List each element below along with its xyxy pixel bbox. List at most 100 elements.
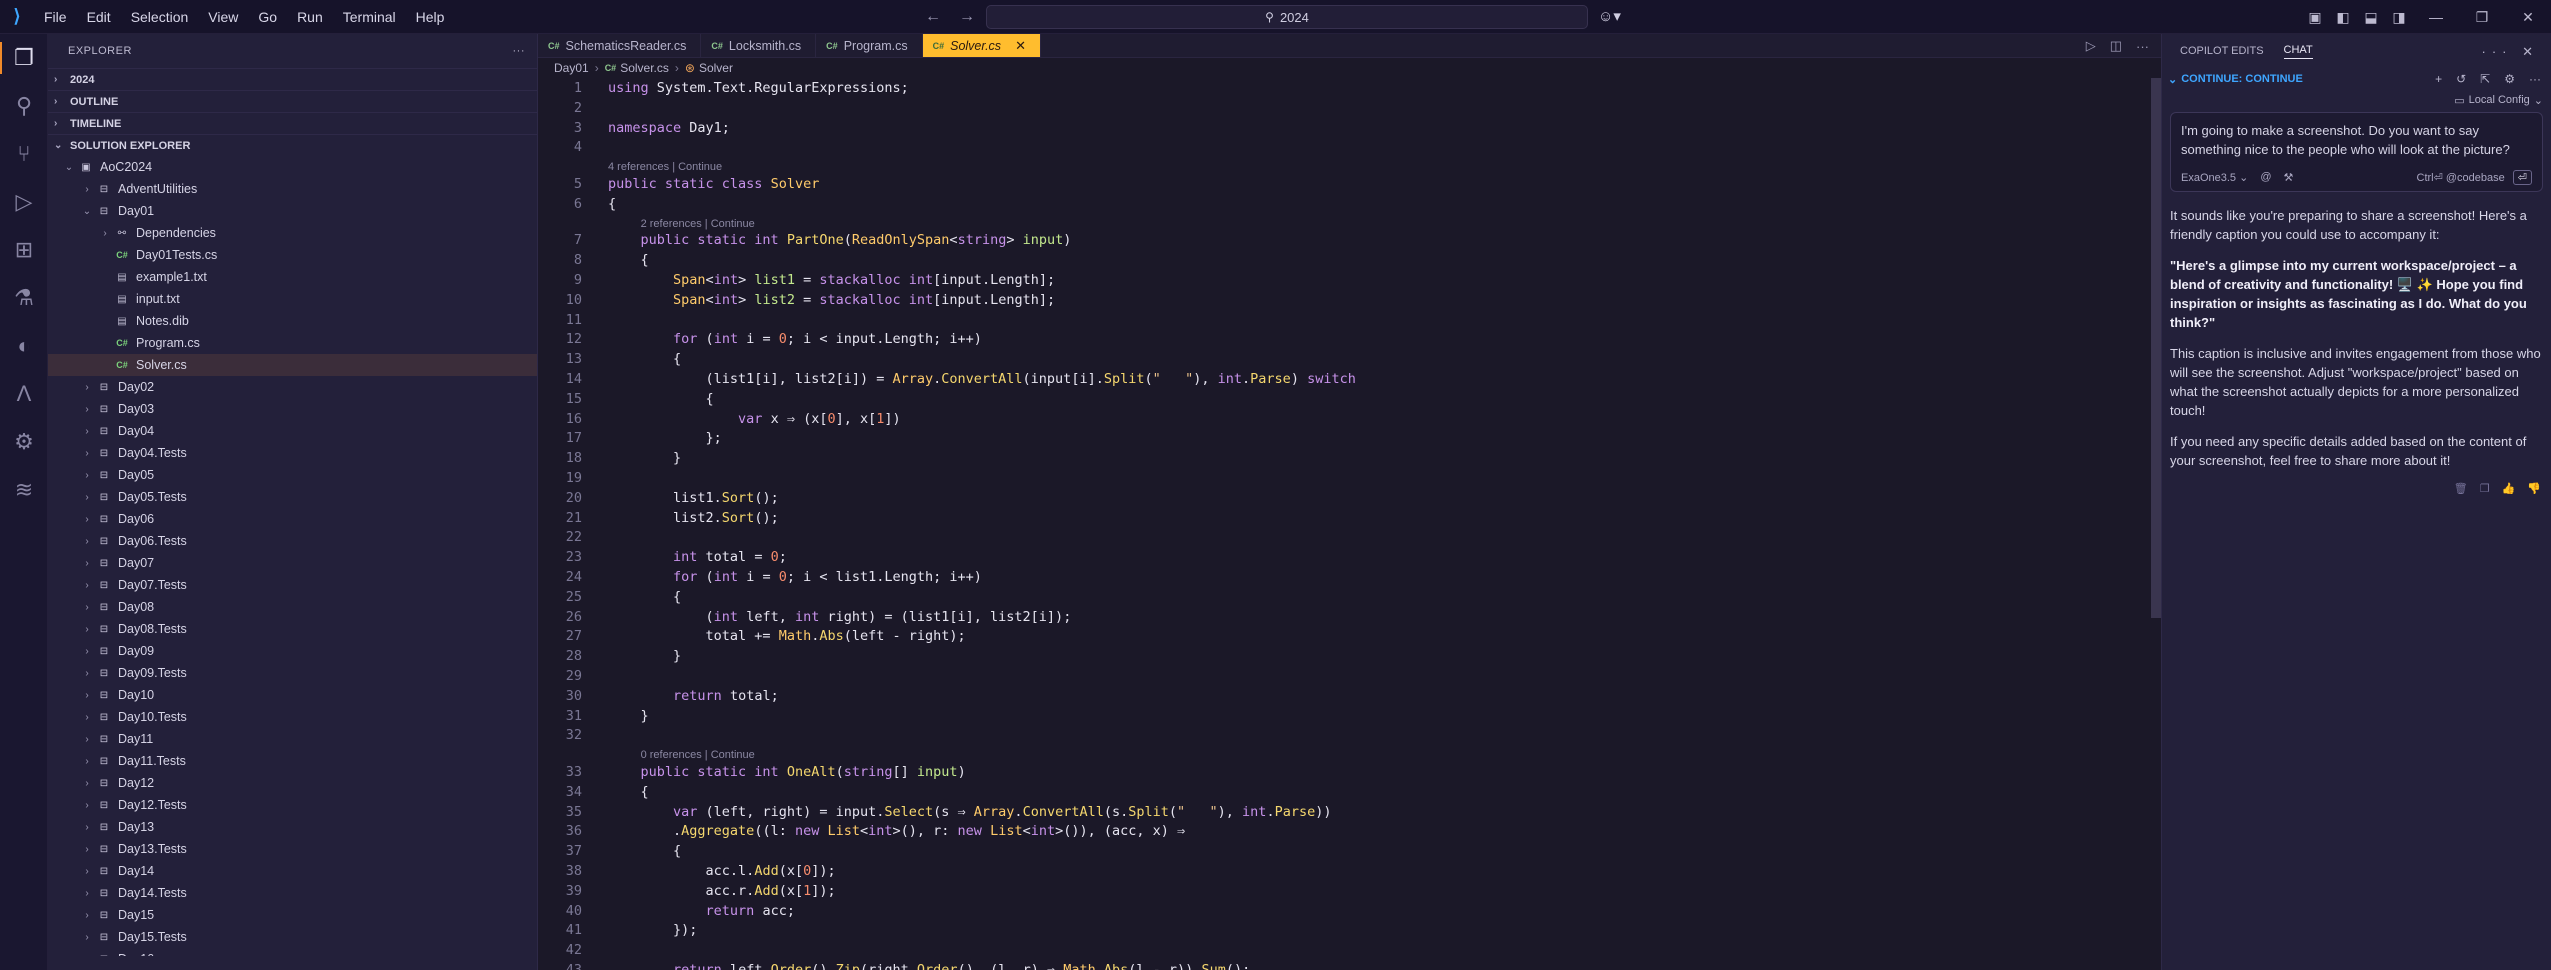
more-icon[interactable]: ··· (2529, 72, 2541, 86)
menu-item-run[interactable]: Run (287, 0, 333, 34)
command-center-search[interactable]: ⚲ 2024 (986, 5, 1588, 29)
send-icon[interactable]: ⏎ (2512, 169, 2532, 185)
timeline-section[interactable]: › TIMELINE (48, 112, 537, 134)
forward-arrow-icon[interactable]: → (959, 8, 975, 26)
tree-item[interactable]: › ⊟ Day10.Tests (48, 706, 537, 728)
tree-item[interactable]: › ⚯ Dependencies (48, 222, 537, 244)
tree-item[interactable]: › ⊟ Day11.Tests (48, 750, 537, 772)
testing-icon[interactable]: ⚗ (0, 274, 48, 322)
new-session-icon[interactable]: + (2435, 72, 2442, 86)
tree-item[interactable]: › ⊟ Day15.Tests (48, 926, 537, 948)
tree-item[interactable]: › ⊟ Day15 (48, 904, 537, 926)
code-lens[interactable]: 0 references | Continue (641, 749, 755, 761)
tree-item[interactable]: › ⊟ Day07.Tests (48, 574, 537, 596)
search-icon[interactable]: ⚲ (0, 82, 48, 130)
breadcrumb-folder[interactable]: Day01 (554, 61, 589, 75)
local-config-selector[interactable]: ▭ Local Config ⌄ (2162, 90, 2551, 110)
tree-item[interactable]: › ⊟ Day07 (48, 552, 537, 574)
tree-item[interactable]: › ⊟ Day14.Tests (48, 882, 537, 904)
tree-item[interactable]: › ⊟ Day13.Tests (48, 838, 537, 860)
tree-item[interactable]: ▤ example1.txt (48, 266, 537, 288)
tree-item[interactable]: › ⊟ Day09.Tests (48, 662, 537, 684)
extension-gear-icon[interactable]: ⚙ (0, 418, 48, 466)
tree-item[interactable]: › ⊟ Day12 (48, 772, 537, 794)
breadcrumb-symbol[interactable]: Solver (699, 61, 733, 75)
tree-item[interactable]: › ⊟ AdventUtilities (48, 178, 537, 200)
solution-explorer-section[interactable]: ⌄ SOLUTION EXPLORER (48, 134, 537, 156)
copy-icon[interactable]: ❐ (2480, 482, 2490, 495)
workspace-section[interactable]: › 2024 (48, 68, 537, 90)
tree-item[interactable]: › ⊟ Day10 (48, 684, 537, 706)
remote-icon[interactable]: ≋ (0, 466, 48, 514)
editor-tab[interactable]: C# Program.cs (816, 34, 923, 57)
layout-customize-icon[interactable]: ▣ (2301, 9, 2329, 26)
tree-item[interactable]: › ⊟ Day06.Tests (48, 530, 537, 552)
trash-icon[interactable]: 🗑 (2454, 482, 2468, 495)
tree-item[interactable]: C# Day01Tests.cs (48, 244, 537, 266)
tree-item[interactable]: › ⊟ Day14 (48, 860, 537, 882)
tree-item[interactable]: ⌄ ▣ AoC2024 (48, 156, 537, 178)
tree-item[interactable]: › ⊟ Day05 (48, 464, 537, 486)
toggle-sidebar-icon[interactable]: ◧ (2329, 9, 2357, 26)
editor-tab[interactable]: C# Locksmith.cs (701, 34, 817, 57)
menu-item-file[interactable]: File (34, 0, 77, 34)
at-mention-icon[interactable]: @ (2260, 171, 2271, 183)
tree-item[interactable]: › ⊟ Day08 (48, 596, 537, 618)
tree-item[interactable]: › ⊟ Day04 (48, 420, 537, 442)
azure-icon[interactable]: Λ (0, 370, 48, 418)
run-icon[interactable]: ▷ (2086, 38, 2096, 54)
code-lens[interactable]: 4 references | Continue (608, 161, 722, 173)
back-arrow-icon[interactable]: ← (925, 8, 941, 26)
menu-item-edit[interactable]: Edit (77, 0, 121, 34)
menu-item-terminal[interactable]: Terminal (333, 0, 406, 34)
copilot-icon[interactable]: ☺▾ (1598, 7, 1621, 25)
source-control-icon[interactable]: ⑂ (0, 130, 48, 178)
maximize-icon[interactable]: ❐ (2459, 9, 2505, 26)
open-external-icon[interactable]: ⇱ (2480, 72, 2490, 86)
thumbs-up-icon[interactable]: 👍 (2502, 482, 2516, 495)
tools-icon[interactable]: ⚒ (2284, 171, 2294, 184)
editor-tab[interactable]: C# SchematicsReader.cs (538, 34, 702, 57)
toggle-panel-icon[interactable]: ⬓ (2357, 9, 2385, 26)
tree-item[interactable]: › ⊟ Day04.Tests (48, 442, 537, 464)
panel-actions[interactable]: ··· ✕ (2482, 44, 2540, 60)
tree-item[interactable]: ⌄ ⊟ Day01 (48, 200, 537, 222)
close-window-icon[interactable]: ✕ (2505, 9, 2551, 26)
history-icon[interactable]: ↺ (2456, 72, 2466, 86)
tab-copilot-edits[interactable]: COPILOT EDITS (2180, 45, 2264, 57)
tree-item[interactable]: ›⊟ Day16 (48, 948, 537, 956)
explorer-icon[interactable]: ❐ (0, 34, 48, 82)
split-editor-icon[interactable]: ◫ (2110, 38, 2122, 54)
toggle-secondary-sidebar-icon[interactable]: ◨ (2385, 9, 2413, 26)
edge-icon[interactable]: ◐ (0, 322, 48, 370)
extensions-icon[interactable]: ⊞ (0, 226, 48, 274)
chat-input-box[interactable]: I'm going to make a screenshot. Do you w… (2170, 112, 2543, 192)
more-icon[interactable]: ··· (2136, 39, 2149, 54)
tree-item[interactable]: › ⊟ Day09 (48, 640, 537, 662)
tree-item[interactable]: › ⊟ Day08.Tests (48, 618, 537, 640)
editor-tab[interactable]: C# Solver.cs ✕ (922, 34, 1041, 57)
tree-item[interactable]: › ⊟ Day03 (48, 398, 537, 420)
codebase-shortcut[interactable]: Ctrl⏎ @codebase (2417, 171, 2505, 184)
code-lens[interactable]: 2 references | Continue (641, 218, 755, 230)
menu-item-help[interactable]: Help (406, 0, 455, 34)
minimize-icon[interactable]: — (2413, 9, 2459, 25)
menu-item-go[interactable]: Go (248, 0, 287, 34)
breadcrumb-file[interactable]: Solver.cs (620, 61, 669, 75)
editor-scrollbar[interactable] (2151, 78, 2161, 618)
tree-item[interactable]: C# Program.cs (48, 332, 537, 354)
menu-item-view[interactable]: View (198, 0, 248, 34)
tab-chat[interactable]: CHAT (2283, 44, 2313, 59)
menu-item-selection[interactable]: Selection (121, 0, 199, 34)
close-tab-icon[interactable]: ✕ (1015, 38, 1026, 54)
outline-section[interactable]: › OUTLINE (48, 90, 537, 112)
tree-item[interactable]: › ⊟ Day06 (48, 508, 537, 530)
code-editor[interactable]: 1 using System.Text.RegularExpressions; 2 3… (538, 78, 2148, 970)
tree-item[interactable]: ▤ Notes.dib (48, 310, 537, 332)
tree-item[interactable]: › ⊟ Day05.Tests (48, 486, 537, 508)
tree-item[interactable]: › ⊟ Day11 (48, 728, 537, 750)
tree-item[interactable]: › ⊟ Day02 (48, 376, 537, 398)
tree-item[interactable]: › ⊟ Day12.Tests (48, 794, 537, 816)
more-actions-icon[interactable]: ··· (513, 45, 526, 57)
tree-item[interactable]: ▤ input.txt (48, 288, 537, 310)
